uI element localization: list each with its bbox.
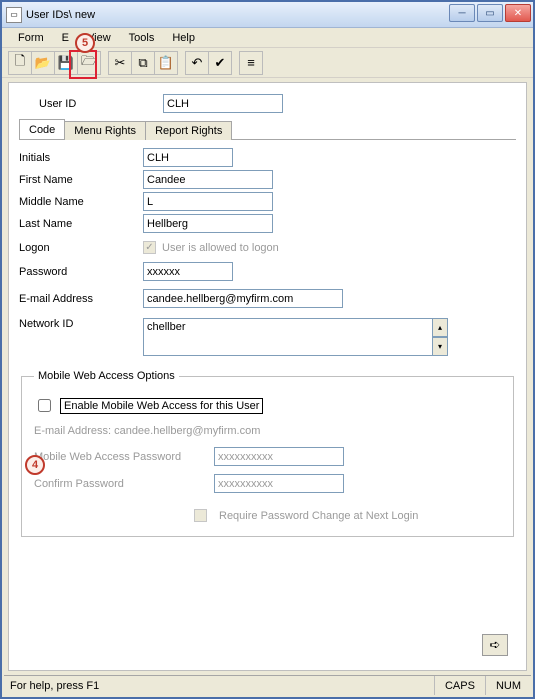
network-scroll-down[interactable]: ▾ xyxy=(432,337,448,356)
menu-form[interactable]: Form xyxy=(10,30,52,46)
require-change-label: Require Password Change at Next Login xyxy=(219,510,418,522)
status-caps: CAPS xyxy=(434,676,485,695)
menu-tools[interactable]: Tools xyxy=(121,30,163,46)
menu-help[interactable]: Help xyxy=(164,30,203,46)
tab-menu-rights[interactable]: Menu Rights xyxy=(64,121,146,140)
userid-input[interactable] xyxy=(163,94,283,113)
titlebar: ▭ User IDs\ new ─ ▭ ✕ xyxy=(2,2,533,28)
firstname-label: First Name xyxy=(19,174,143,186)
open-button[interactable]: 📂 xyxy=(31,51,55,75)
cut-button[interactable]: ✂ xyxy=(108,51,132,75)
tab-strip: Code Menu Rights Report Rights xyxy=(19,119,516,140)
maximize-button[interactable]: ▭ xyxy=(477,4,503,22)
new-button[interactable]: 🗋 xyxy=(8,51,32,75)
network-input[interactable] xyxy=(143,318,433,356)
initials-input[interactable] xyxy=(143,148,233,167)
tab-report-rights[interactable]: Report Rights xyxy=(145,121,232,140)
undo-button[interactable]: ↶ xyxy=(185,51,209,75)
extra-button[interactable]: ≡ xyxy=(239,51,263,75)
password-input[interactable] xyxy=(143,262,233,281)
network-scroll-up[interactable]: ▴ xyxy=(432,318,448,337)
menu-edit[interactable]: E xyxy=(54,30,77,46)
window-title: User IDs\ new xyxy=(26,9,95,21)
close-button[interactable]: ✕ xyxy=(505,4,531,22)
mwa-password-label: Mobile Web Access Password xyxy=(34,451,214,463)
email-label: E-mail Address xyxy=(19,293,143,305)
userid-label: User ID xyxy=(39,98,163,110)
mwa-password-input xyxy=(214,447,344,466)
password-label: Password xyxy=(19,266,143,278)
logon-checkbox: ✓ xyxy=(143,241,156,254)
tab-code[interactable]: Code xyxy=(19,119,65,139)
next-arrow-button[interactable]: ➪ xyxy=(482,634,508,656)
network-label: Network ID xyxy=(19,318,143,330)
firstname-input[interactable] xyxy=(143,170,273,189)
folder-button[interactable]: 🗁 xyxy=(77,51,101,75)
enable-mwa-checkbox[interactable] xyxy=(38,399,51,412)
mwa-fieldset: Mobile Web Access Options Enable Mobile … xyxy=(21,370,514,537)
status-num: NUM xyxy=(485,676,531,695)
callout-5: 5 xyxy=(75,33,95,53)
middlename-label: Middle Name xyxy=(19,196,143,208)
lastname-input[interactable] xyxy=(143,214,273,233)
spellcheck-button[interactable]: ✔ xyxy=(208,51,232,75)
statusbar: For help, press F1 CAPS NUM xyxy=(4,675,531,695)
logon-text: User is allowed to logon xyxy=(162,242,279,254)
callout-4: 4 xyxy=(25,455,45,475)
mwa-confirm-label: Confirm Password xyxy=(34,478,214,490)
initials-label: Initials xyxy=(19,152,143,164)
mwa-email-label: E-mail Address: candee.hellberg@myfirm.c… xyxy=(34,425,260,437)
lastname-label: Last Name xyxy=(19,218,143,230)
mwa-legend: Mobile Web Access Options xyxy=(34,370,179,382)
mwa-confirm-input xyxy=(214,474,344,493)
require-change-checkbox xyxy=(194,509,207,522)
content-panel: User ID Code Menu Rights Report Rights I… xyxy=(8,82,527,671)
status-help: For help, press F1 xyxy=(4,680,434,692)
minimize-button[interactable]: ─ xyxy=(449,4,475,22)
app-icon: ▭ xyxy=(6,7,22,23)
middlename-input[interactable] xyxy=(143,192,273,211)
enable-mwa-label: Enable Mobile Web Access for this User xyxy=(60,398,263,414)
copy-button[interactable]: ⧉ xyxy=(131,51,155,75)
logon-label: Logon xyxy=(19,242,143,254)
paste-button[interactable]: 📋 xyxy=(154,51,178,75)
save-button[interactable]: 💾 xyxy=(54,51,78,75)
email-input[interactable] xyxy=(143,289,343,308)
